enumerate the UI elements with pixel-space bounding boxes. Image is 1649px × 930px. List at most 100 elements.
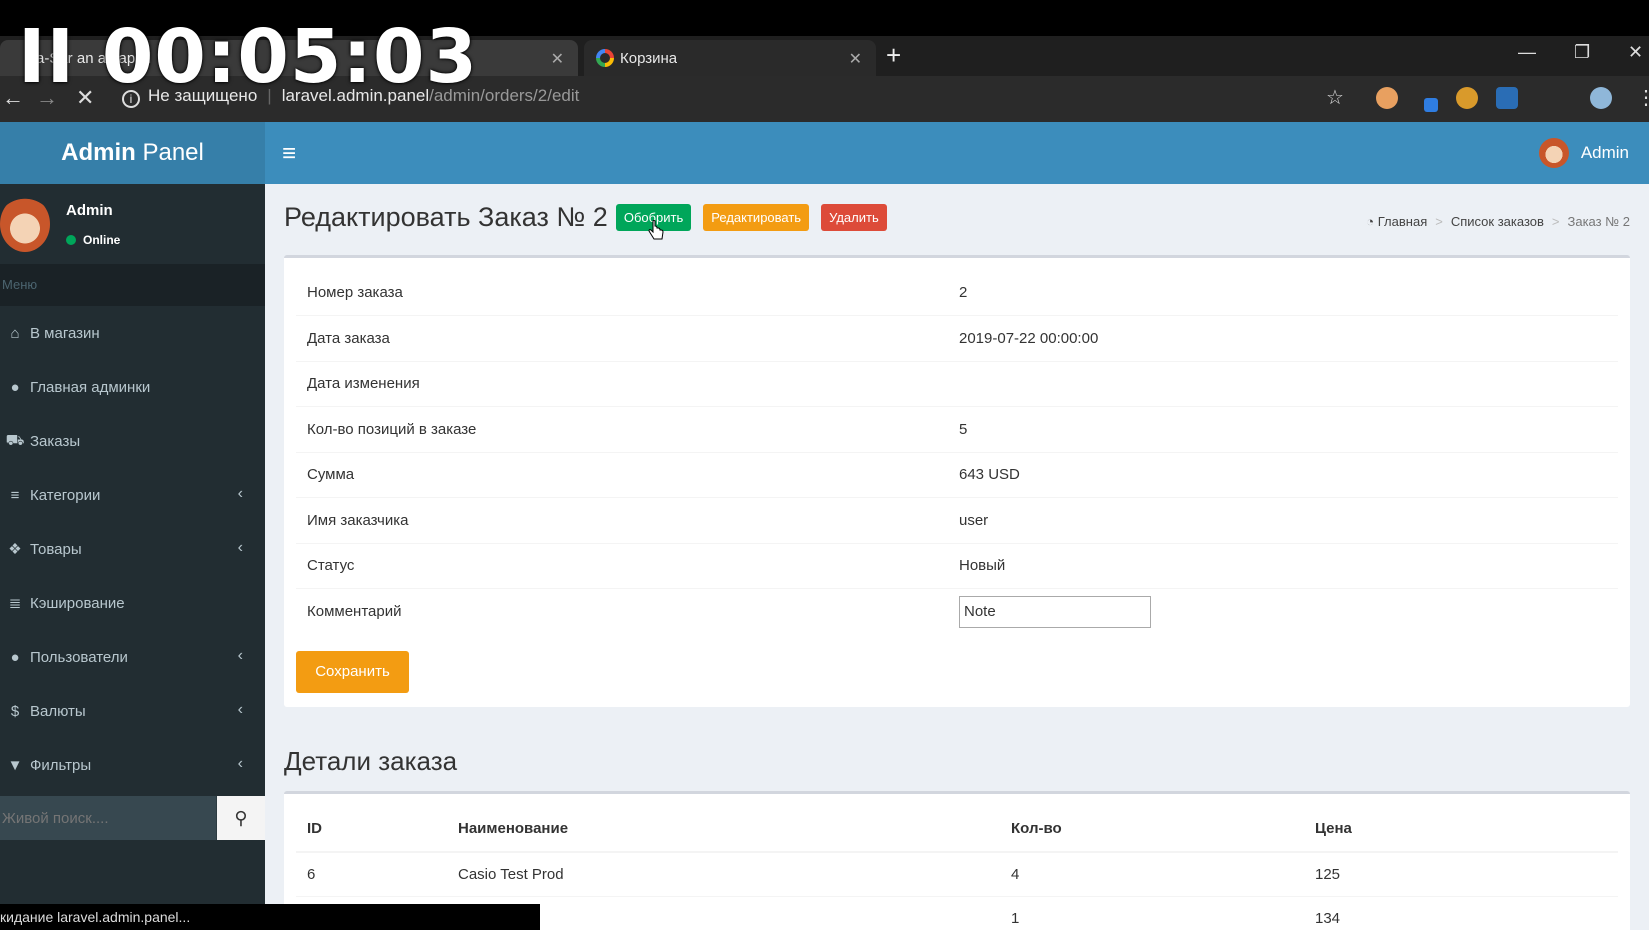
user-icon: ● (10, 378, 20, 396)
close-window-icon[interactable]: ✕ (1628, 42, 1643, 63)
user-menu[interactable]: Admin (1538, 138, 1629, 168)
browser-status-bar: кидание laravel.admin.panel... (0, 904, 540, 930)
breadcrumb-home[interactable]: Главная (1378, 214, 1427, 229)
dollar-icon: $ (10, 702, 20, 720)
field-label: Кол-во позиций в заказе (296, 406, 948, 452)
table-cell: Casio Test Prod (447, 851, 1000, 896)
sidebar-item[interactable]: ⛟ Заказы (0, 414, 265, 468)
sidebar-item[interactable]: ▼ Фильтры ‹ (0, 738, 265, 792)
home-icon: ⌂ (10, 324, 20, 342)
sidebar-item[interactable]: ● Главная админки (0, 360, 265, 414)
sidebar-item-label: Валюты (30, 702, 86, 720)
extension-icon[interactable] (1376, 87, 1398, 109)
menu-header: Меню (0, 264, 265, 306)
online-status: Online (66, 233, 120, 247)
sidebar-item[interactable]: ❖ Товары ‹ (0, 522, 265, 576)
table-row: Дата изменения (296, 360, 1618, 407)
table-row: Статус Новый (296, 542, 1618, 589)
restore-icon[interactable]: ❐ (1574, 42, 1590, 63)
avatar (0, 196, 50, 252)
cart-icon: ⛟ (5, 431, 25, 449)
order-box: Номер заказа 2 Дата заказа 2019-07-22 00:00… (284, 255, 1630, 707)
bookmark-star-icon[interactable]: ☆ (1326, 85, 1344, 110)
page-title: Редактировать Заказ № 2 (284, 202, 608, 232)
bars-icon: ≡ (10, 486, 20, 504)
field-label: Имя заказчика (296, 497, 948, 543)
menu-kebab-icon[interactable]: ⋮ (1636, 85, 1649, 110)
minimize-icon[interactable]: — (1518, 42, 1536, 63)
breadcrumb: ◔ Главная > Список заказов > Заказ № 2 (1366, 214, 1630, 229)
extension-icon[interactable] (1496, 87, 1518, 109)
sidebar-item[interactable]: ⌂ В магазин (0, 306, 265, 360)
field-value (948, 360, 1618, 407)
column-header[interactable]: Цена (1304, 806, 1618, 853)
field-value: 2 (959, 284, 968, 301)
tab-title: Корзина (620, 49, 678, 67)
extension-icon[interactable] (1456, 87, 1478, 109)
edit-button[interactable]: Редактировать (703, 204, 810, 231)
table-cell: 4 (1000, 851, 1304, 896)
extension-icon[interactable] (1424, 98, 1438, 112)
field-value: user (948, 497, 1618, 543)
user-panel: Admin Online (0, 184, 265, 264)
sidebar-toggle-icon[interactable]: ≡ (282, 140, 296, 168)
sidebar-item-label: Главная админки (30, 378, 151, 396)
field-label: Номер заказа (307, 284, 403, 301)
field-label: Дата изменения (296, 360, 948, 407)
field-value: 5 (948, 406, 1618, 452)
table-row: Кол-во позиций в заказе 5 (296, 406, 1618, 452)
sidebar-item-label: Товары (30, 540, 82, 558)
delete-button[interactable]: Удалить (821, 204, 887, 231)
screen: II 00:05:03 a-Sar an ad ap el ✕ Корзина … (0, 0, 1649, 930)
column-header[interactable]: Наименование (447, 806, 1000, 853)
dashboard-icon: ◔ (1366, 214, 1375, 229)
sidebar-menu: ⌂ В магазин ● Главная админки ⛟ Заказы ≡ Катего… (0, 306, 265, 792)
sidebar-item[interactable]: ● Пользователи ‹ (0, 630, 265, 684)
sidebar-item-label: Кэширование (30, 594, 125, 612)
sidebar-item[interactable]: $ Валюты ‹ (0, 684, 265, 738)
column-header[interactable]: Кол-во (1000, 806, 1304, 853)
sidebar: Admin Online Меню ⌂ В магазин ● Главная адм… (0, 184, 265, 930)
sidebar-item-label: Пользователи (30, 648, 128, 666)
database-icon: ≣ (8, 595, 22, 612)
google-icon (596, 49, 614, 67)
table-row: Комментарий (296, 588, 1618, 634)
table-row: Имя заказчика user (296, 497, 1618, 543)
table-cell: 125 (1304, 851, 1618, 896)
save-button[interactable]: Сохранить (296, 651, 409, 693)
sidebar-item[interactable]: ≡ Категории ‹ (0, 468, 265, 522)
column-header[interactable]: ID (296, 806, 447, 853)
close-tab-icon[interactable]: ✕ (551, 49, 564, 69)
new-tab-button[interactable]: + (886, 42, 901, 68)
online-dot-icon (66, 235, 76, 245)
app-logo[interactable]: Admin Panel (0, 122, 265, 184)
table-row: Номер заказа 2 (296, 270, 1618, 316)
chevron-left-icon: ‹ (237, 539, 243, 556)
chevron-left-icon: ‹ (237, 701, 243, 718)
chevron-left-icon: ‹ (237, 755, 243, 772)
comment-input[interactable] (959, 595, 1151, 628)
breadcrumb-orders[interactable]: Список заказов (1451, 214, 1544, 229)
chevron-left-icon: ‹ (237, 647, 243, 664)
filter-icon: ▼ (7, 756, 23, 774)
profile-icon[interactable] (1590, 87, 1612, 109)
table-cell: 134 (1304, 895, 1618, 930)
browser-tab-cart[interactable]: Корзина ✕ (584, 40, 876, 76)
sidebar-item-label: Категории (30, 486, 101, 504)
field-label: Комментарий (296, 588, 948, 634)
search-icon[interactable]: ⚲ (216, 796, 265, 840)
sidebar-item[interactable]: ≣ Кэширование (0, 576, 265, 630)
field-value: Новый (948, 542, 1618, 589)
avatar (1538, 138, 1569, 168)
search-input[interactable] (0, 796, 216, 840)
field-value (948, 588, 1618, 634)
table-cell: 6 (296, 851, 447, 896)
table-row: Дата заказа 2019-07-22 00:00:00 (296, 315, 1618, 361)
field-label: Сумма (296, 451, 948, 498)
order-info-table: Номер заказа 2 Дата заказа 2019-07-22 00:00… (296, 270, 1618, 634)
user-name: Admin (1580, 143, 1629, 162)
cubes-icon: ❖ (8, 541, 22, 558)
field-label: Статус (296, 542, 948, 589)
breadcrumb-current: Заказ № 2 (1567, 214, 1631, 229)
close-tab-icon[interactable]: ✕ (849, 49, 862, 69)
